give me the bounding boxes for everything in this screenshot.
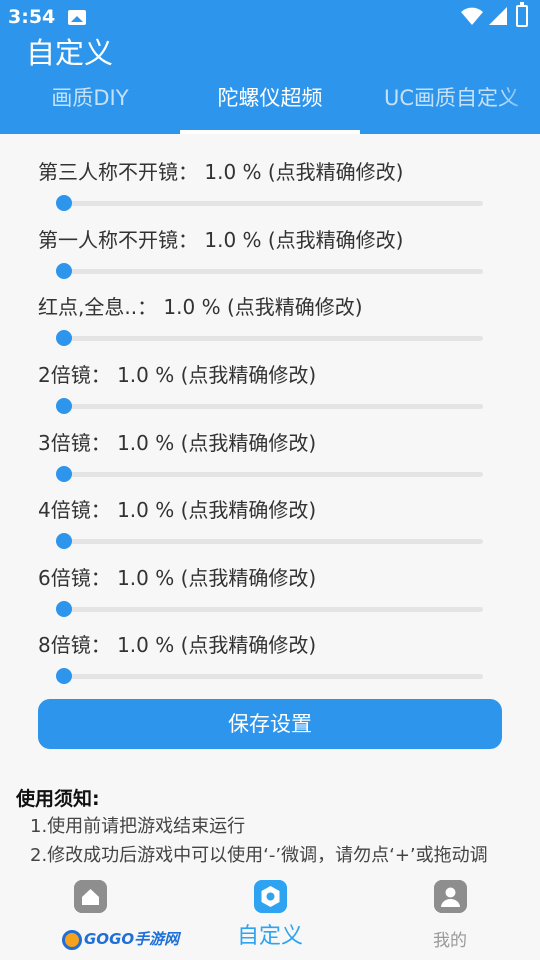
slider-thumb[interactable] xyxy=(56,466,73,482)
setting-first-person: 第一人称不开镜： 1.0 % (点我精确修改) xyxy=(0,224,540,292)
notice-item: 2.修改成功后游戏中可以使用‘-’微调，请勿点‘+’或拖动调 xyxy=(30,845,488,866)
slider-track[interactable] xyxy=(60,269,483,274)
notice-title: 使用须知: xyxy=(16,788,100,810)
setting-6x-scope: 6倍镜： 1.0 % (点我精确修改) xyxy=(0,562,540,630)
page-title: 自定义 xyxy=(26,36,114,70)
slider-thumb[interactable] xyxy=(56,601,73,617)
setting-label[interactable]: 8倍镜： 1.0 % (点我精确修改) xyxy=(38,629,316,658)
slider-track[interactable] xyxy=(60,404,483,409)
slider-thumb[interactable] xyxy=(56,398,73,414)
slider-track[interactable] xyxy=(60,674,483,679)
settings-hex-icon xyxy=(254,880,287,913)
app-bar: 3:54 自定义 画质DIY 陀螺仪超频 UC画质自定义 xyxy=(0,0,540,134)
tab-bar: 画质DIY 陀螺仪超频 UC画质自定义 xyxy=(0,76,540,134)
setting-label[interactable]: 红点,全息..： 1.0 % (点我精确修改) xyxy=(38,291,363,320)
setting-red-dot: 红点,全息..： 1.0 % (点我精确修改) xyxy=(0,291,540,359)
setting-third-person: 第三人称不开镜： 1.0 % (点我精确修改) xyxy=(0,156,540,224)
tab-indicator xyxy=(180,130,360,134)
nav-label: 自定义 xyxy=(236,924,303,949)
setting-2x-scope: 2倍镜： 1.0 % (点我精确修改) xyxy=(0,359,540,427)
slider-track[interactable] xyxy=(60,539,483,544)
slider-thumb[interactable] xyxy=(56,330,73,346)
gogo-logo: GOGO手游网 xyxy=(62,928,179,950)
logo-mark-icon xyxy=(62,929,82,950)
setting-3x-scope: 3倍镜： 1.0 % (点我精确修改) xyxy=(0,427,540,495)
user-icon xyxy=(434,880,467,913)
image-notification-icon xyxy=(68,10,86,25)
wifi-icon xyxy=(461,7,483,25)
home-icon xyxy=(74,880,107,913)
setting-label[interactable]: 6倍镜： 1.0 % (点我精确修改) xyxy=(38,562,316,591)
slider-thumb[interactable] xyxy=(56,263,73,279)
nav-label: 我的 xyxy=(433,931,467,951)
battery-icon xyxy=(516,2,528,27)
slider-track[interactable] xyxy=(60,336,483,341)
save-settings-button[interactable]: 保存设置 xyxy=(38,699,502,749)
nav-item-custom[interactable]: 自定义 xyxy=(180,868,360,960)
slider-track[interactable] xyxy=(60,201,483,206)
notice-item: 1.使用前请把游戏结束运行 xyxy=(30,816,246,837)
nav-item-mine[interactable]: 我的 xyxy=(360,868,540,960)
tab-quality-diy[interactable]: 画质DIY xyxy=(0,76,180,134)
slider-track[interactable] xyxy=(60,607,483,612)
bottom-nav: GOGO手游网 自定义 我的 xyxy=(0,868,540,960)
tab-uc-quality-custom[interactable]: UC画质自定义 xyxy=(360,76,540,134)
setting-label[interactable]: 第三人称不开镜： 1.0 % (点我精确修改) xyxy=(38,156,404,185)
setting-label[interactable]: 第一人称不开镜： 1.0 % (点我精确修改) xyxy=(38,224,404,253)
slider-thumb[interactable] xyxy=(56,668,73,684)
tab-label: 陀螺仪超频 xyxy=(217,86,323,110)
tab-label: 画质DIY xyxy=(51,86,129,110)
signal-icon xyxy=(489,7,507,25)
tab-label: UC画质自定义 xyxy=(384,86,520,110)
slider-track[interactable] xyxy=(60,472,483,477)
logo-text: GOGO手游网 xyxy=(84,930,180,948)
tab-gyro-overclock[interactable]: 陀螺仪超频 xyxy=(180,76,360,134)
slider-thumb[interactable] xyxy=(56,533,73,549)
nav-item-home[interactable]: GOGO手游网 xyxy=(0,868,180,960)
status-time: 3:54 xyxy=(8,6,56,28)
setting-label[interactable]: 4倍镜： 1.0 % (点我精确修改) xyxy=(38,494,316,523)
setting-4x-scope: 4倍镜： 1.0 % (点我精确修改) xyxy=(0,494,540,562)
setting-8x-scope: 8倍镜： 1.0 % (点我精确修改) xyxy=(0,629,540,697)
setting-label[interactable]: 3倍镜： 1.0 % (点我精确修改) xyxy=(38,427,316,456)
setting-label[interactable]: 2倍镜： 1.0 % (点我精确修改) xyxy=(38,359,316,388)
slider-thumb[interactable] xyxy=(56,195,73,211)
